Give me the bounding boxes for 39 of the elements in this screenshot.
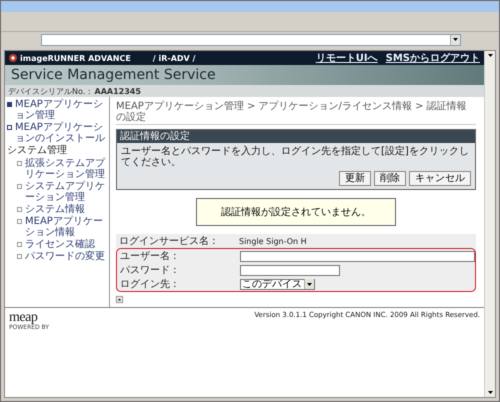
address-combobox[interactable] (41, 34, 461, 46)
header-link[interactable]: SMSからログアウト (386, 51, 480, 65)
notice-message: 認証情報が設定されていません。 (196, 198, 396, 226)
sidebar-item[interactable]: MEAPアプリケーション管理 (7, 99, 107, 121)
caret-icon (488, 54, 492, 57)
sidebar-item[interactable]: システムアプリケーション管理 (7, 181, 107, 203)
sidebar-group-label: システム管理 (7, 145, 68, 157)
sidebar-item[interactable]: ライセンス確認 (7, 239, 107, 250)
action-button[interactable]: 削除 (374, 171, 406, 186)
breadcrumb: MEAPアプリケーション管理 > アプリケーション/ライセンス情報 > 認証情報の設定 (116, 101, 476, 125)
sidebar-item[interactable]: システム情報 (7, 204, 107, 215)
model-name: / iR-ADV / (152, 54, 196, 62)
sidebar-item[interactable]: 拡張システムアプリケーション管理 (7, 158, 107, 180)
logo-icon (9, 54, 17, 62)
select-field[interactable]: このデバイス (240, 278, 315, 290)
serial-number: AAA12345 (94, 86, 141, 96)
input-field[interactable] (240, 250, 475, 262)
panel-title: 認証情報の設定 (117, 130, 475, 143)
action-button[interactable]: 更新 (339, 171, 371, 186)
header-link[interactable]: リモートUIへ (316, 51, 378, 65)
sidebar-item[interactable]: MEAPアプリケーションのインストール (7, 122, 107, 144)
caret-icon (307, 282, 312, 286)
input-field[interactable] (240, 264, 340, 276)
instruction-text: ユーザー名とパスワードを入力し、ログイン先を指定して[設定]をクリックしてください。 (121, 146, 470, 168)
action-button[interactable]: キャンセル (409, 171, 471, 186)
page-title: Service Management Service (5, 65, 484, 85)
field-value: Single Sign-On H (239, 236, 307, 246)
field-label: パスワード : (120, 264, 178, 277)
brand-name: imageRUNNER ADVANCE (20, 54, 131, 62)
serial-label: デバイスシリアルNo. : (8, 86, 91, 96)
field-label: ログインサービス名 : (119, 235, 217, 248)
caret-icon (453, 38, 458, 41)
field-label: ユーザー名 : (120, 250, 178, 263)
page-top-icon[interactable] (116, 296, 123, 303)
field-label: ログイン先 : (120, 278, 178, 291)
scrollbar[interactable] (484, 51, 495, 397)
sidebar-item[interactable]: MEAPアプリケーション情報 (7, 216, 107, 238)
caret-icon (488, 391, 492, 394)
sidebar-item[interactable]: パスワードの変更 (7, 251, 107, 262)
